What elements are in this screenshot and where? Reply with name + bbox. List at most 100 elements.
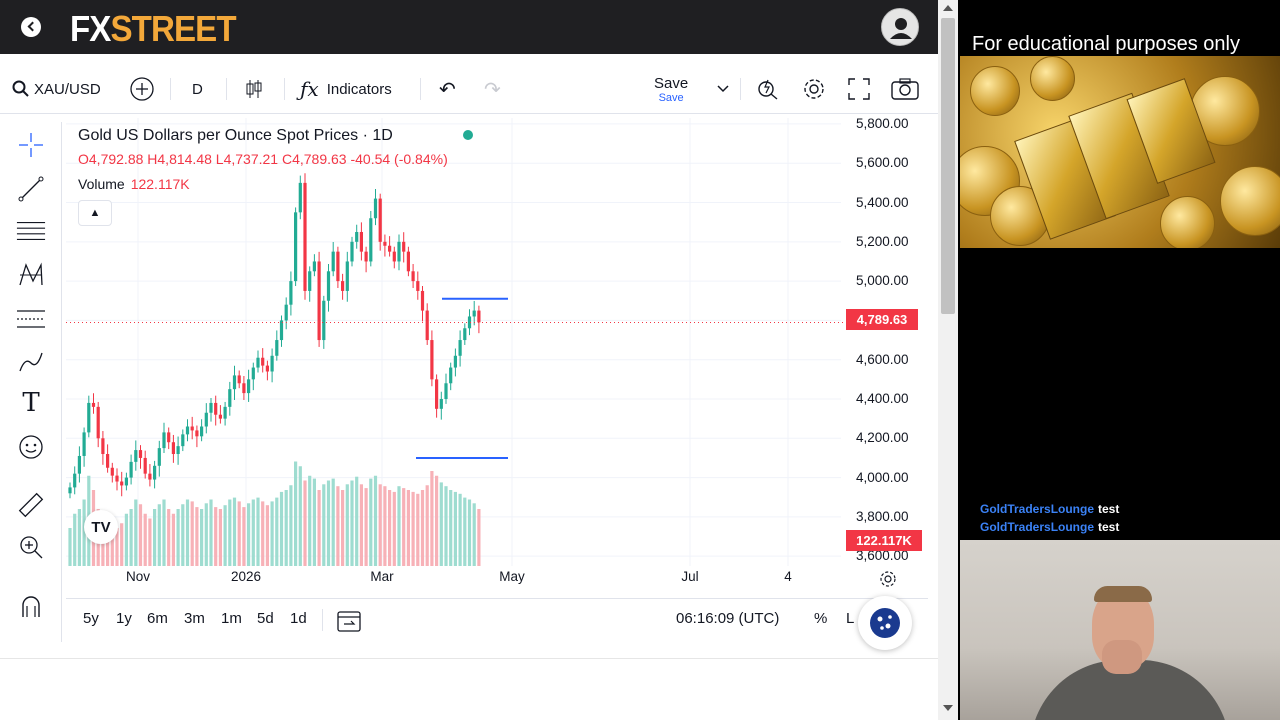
volume-bar [270,501,274,566]
candle-body [383,241,387,246]
price-tick-label: 5,200.00 [856,233,909,249]
price-tick-label: 4,000.00 [856,469,909,485]
ruler-icon[interactable] [16,490,46,520]
volume-bar [134,499,138,566]
candle-body [355,231,359,242]
volume-bar [312,478,316,566]
log-scale-toggle[interactable]: L [846,610,854,627]
price-tick-label: 5,400.00 [856,194,909,210]
crosshair-icon[interactable] [16,130,46,160]
range-3m[interactable]: 3m [184,610,205,627]
cookie-settings-button[interactable] [858,596,912,650]
volume-bar [200,509,204,566]
volume-bar [383,486,387,566]
trend-line-icon[interactable] [16,174,46,204]
ohlc-low: L4,737.21 [215,151,279,167]
emoji-icon[interactable] [16,432,46,462]
time-tick-label: 4 [784,569,792,584]
candle-body [129,461,133,478]
utc-clock[interactable]: 06:16:09 (UTC) [676,610,779,627]
volume-bar [68,528,72,566]
candle-body [303,182,307,291]
axis-settings-gear-icon[interactable] [878,569,898,594]
volume-bar [355,476,359,566]
volume-bar [138,504,143,566]
volume-bar [449,490,453,566]
redo-icon[interactable]: ↷ [484,64,501,114]
text-icon[interactable]: T [16,388,46,418]
symbol-search[interactable]: XAU/USD [12,64,101,114]
volume-bar [416,493,420,566]
candle-body [228,389,232,407]
candle-body [185,426,190,435]
camera-snapshot-icon[interactable] [891,64,919,114]
scroll-up-arrow-icon[interactable] [943,5,953,11]
interval-button[interactable]: D [192,64,203,114]
prediction-icon[interactable] [16,304,46,334]
user-avatar-icon[interactable] [881,8,919,46]
price-chart[interactable] [66,118,928,598]
chat-text: test [1098,502,1120,516]
candle-body [425,310,429,341]
scroll-thumb[interactable] [941,18,955,314]
save-menu-chevron-down-icon[interactable] [716,64,730,114]
candle-body [279,320,284,341]
candle-body [143,457,147,474]
collapse-legend-chevron-up-icon[interactable]: ▲ [78,200,112,226]
range-1m[interactable]: 1m [221,610,242,627]
volume-bar [444,486,448,566]
volume-legend: Volume 122.117K [78,176,190,192]
range-6m[interactable]: 6m [147,610,168,627]
candle-body [331,251,335,272]
undo-icon[interactable]: ↶ [439,64,456,114]
candle-body [453,355,457,368]
volume-bar [143,513,147,566]
magnet-icon[interactable] [16,592,46,622]
candle-body [110,467,114,476]
goto-date-icon[interactable] [336,609,362,638]
presenter-hair [1094,586,1152,602]
ohlc-legend: O4,792.88 H4,814.48 L4,737.21 C4,789.63 … [78,151,448,167]
candle-body [435,379,439,409]
volume-bar [406,490,410,566]
chart-canvas[interactable] [66,118,928,568]
quick-search-icon[interactable] [756,64,780,114]
pattern-icon[interactable] [16,260,46,290]
back-arrow-icon[interactable] [21,17,41,37]
range-1d[interactable]: 1d [290,610,307,627]
price-tick-label: 5,600.00 [856,155,909,171]
candles-icon [246,80,262,98]
fxstreet-logo[interactable]: FXSTREET [70,8,237,50]
brush-icon[interactable] [16,346,46,376]
candle-body [68,487,72,494]
chart-type-button[interactable] [244,64,264,114]
scroll-down-arrow-icon[interactable] [943,705,953,711]
indicators-button[interactable]: ƒx Indicators [300,64,392,114]
range-5d[interactable]: 5d [257,610,274,627]
range-5y[interactable]: 5y [83,610,99,627]
settings-gear-icon[interactable] [801,64,827,114]
candle-body [101,438,105,455]
candle-body [397,241,401,262]
tradingview-logo[interactable]: TV [84,510,118,544]
time-tick-label: Nov [125,569,151,584]
range-1y[interactable]: 1y [116,610,132,627]
volume-bar [439,482,443,566]
volume-bar [322,484,326,566]
ohlc-high: H4,814.48 [147,151,212,167]
compare-symbol-button[interactable] [129,64,155,114]
volume-bar [331,478,335,566]
volume-tag: 122.117K [846,530,922,551]
candle-body [218,414,222,419]
last-price-tag: 4,789.63 [846,309,918,330]
percent-scale-toggle[interactable]: % [814,610,827,627]
volume-bar [120,523,124,566]
horizontal-lines-icon[interactable] [16,216,46,246]
volume-bar [247,503,251,566]
save-button[interactable]: Save Save [654,64,688,114]
volume-bar [148,518,152,566]
fullscreen-icon[interactable] [848,64,870,114]
vertical-scrollbar[interactable] [938,0,958,720]
zoom-in-icon[interactable] [16,532,46,562]
candle-body [350,241,354,262]
